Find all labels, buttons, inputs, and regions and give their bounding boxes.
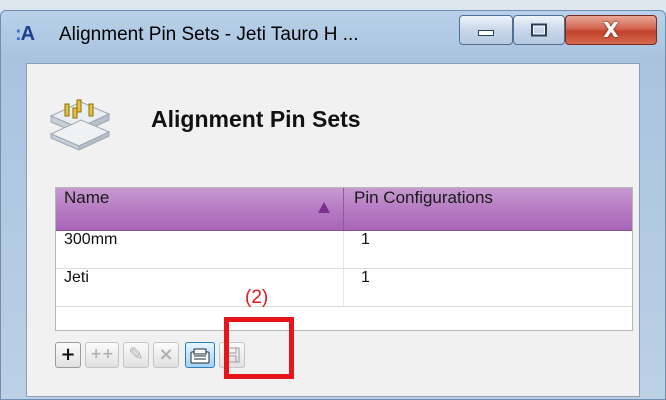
- column-header-name[interactable]: Name: [64, 188, 344, 230]
- column-header-pin-configurations[interactable]: Pin Configurations: [354, 188, 624, 230]
- cell-pin-configurations: 1: [361, 231, 370, 248]
- cell-name: 300mm: [64, 231, 118, 248]
- table-row[interactable]: 300mm 1: [56, 231, 632, 269]
- sort-ascending-icon: [318, 202, 330, 213]
- column-divider[interactable]: [343, 188, 344, 230]
- pin-sets-table: Name Pin Configurations 300mm 1 Jeti 1: [55, 187, 633, 331]
- dialog-content: Alignment Pin Sets Name Pin Configuratio…: [26, 63, 640, 397]
- edit-button[interactable]: ✎: [123, 342, 149, 368]
- pin-configuration-icon: [190, 348, 210, 364]
- dialog-window: :A Alignment Pin Sets - Jeti Tauro H ...…: [0, 10, 666, 400]
- pin-sets-icon: [49, 99, 111, 151]
- table-header: Name Pin Configurations: [56, 188, 632, 231]
- cell-pin-configurations: 1: [361, 269, 370, 286]
- cell-name: Jeti: [64, 269, 89, 286]
- page-title: Alignment Pin Sets: [151, 106, 361, 132]
- delete-button[interactable]: ×: [153, 342, 179, 368]
- add-button[interactable]: +: [55, 342, 81, 368]
- annotation-label: (2): [245, 287, 269, 308]
- add-multiple-button[interactable]: ++: [85, 342, 119, 368]
- table-row[interactable]: Jeti 1: [56, 269, 632, 307]
- close-icon: X: [603, 18, 619, 42]
- annotation-highlight-box: [224, 317, 294, 379]
- maximize-button[interactable]: [513, 15, 565, 45]
- table-toolbar: + ++ ✎ ×: [55, 336, 375, 376]
- title-bar[interactable]: :A Alignment Pin Sets - Jeti Tauro H ...…: [1, 11, 665, 57]
- minimize-icon: [478, 30, 494, 37]
- minimize-button[interactable]: [459, 15, 513, 45]
- close-button[interactable]: X: [565, 15, 657, 45]
- edit-pin-configurations-button[interactable]: [185, 342, 215, 368]
- maximize-icon: [531, 23, 547, 37]
- app-icon: :A: [15, 23, 35, 45]
- window-title: Alignment Pin Sets - Jeti Tauro H ...: [59, 24, 359, 45]
